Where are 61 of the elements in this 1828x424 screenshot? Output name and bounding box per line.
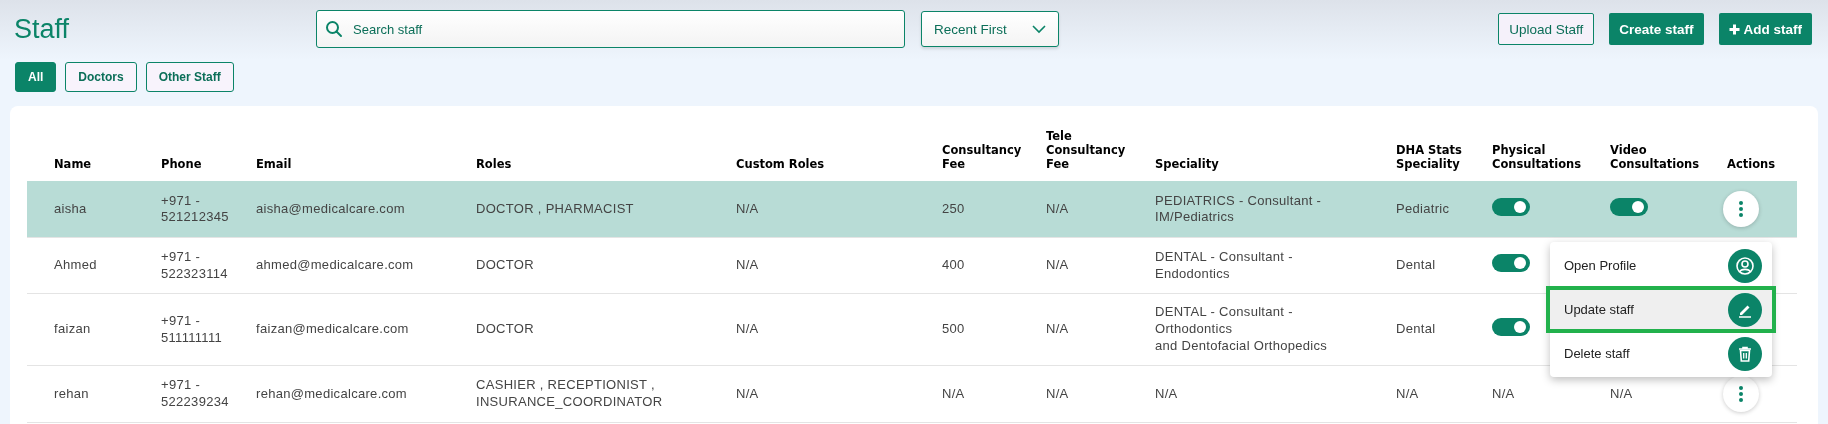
table-cell-text: +971 - 511111111 [161,312,224,347]
upload-button[interactable]: Upload Staff [1498,13,1595,45]
table-cell: N/A [942,385,965,401]
table-cell-text: DOCTOR , PHARMACIST [476,200,635,218]
menu-item[interactable]: Open Profile [1550,245,1772,286]
table-cell: N/A [736,200,759,216]
column-header: Actions [1727,156,1776,171]
search-field[interactable]: Search staff [316,10,905,48]
table-cell: aisha@medicalcare.com [256,200,405,216]
table-cell: 400 [942,257,965,273]
column-header: Video Consultations [1610,142,1700,171]
table-cell: Ahmed [54,257,97,273]
sort-dropdown[interactable]: Recent First [921,11,1059,47]
filter-tab[interactable]: Other Staff [145,62,234,92]
table-cell: N/A [1492,385,1515,401]
table-cell-text: +971 - 521212345 [161,192,230,227]
column-header: DHA Stats Speciality [1396,142,1462,171]
table-cell: N/A [736,321,759,337]
table-cell: rehan@medicalcare.com [256,385,407,401]
table-cell: Dental [1396,321,1436,337]
table-cell-text: DOCTOR [476,321,535,339]
table-cell-text: +971 - 522239234 [161,377,230,411]
table-cell: N/A [1046,321,1069,337]
column-header: Email [256,156,292,171]
table-cell: N/A [736,257,759,273]
column-header: Roles [476,156,512,171]
table-cell: 500 [942,321,965,337]
table-cell: N/A [1046,385,1069,401]
column-header: Tele Consultancy Fee [1046,129,1126,171]
add-button[interactable]: Add staff [1718,13,1812,45]
table-cell-text: +971 - 522323114 [161,249,229,283]
create-button[interactable]: Create staff [1609,13,1704,45]
column-header: Custom Roles [736,156,825,171]
table-cell: N/A [1610,385,1633,401]
filter-tab[interactable]: All [15,62,57,92]
table-cell: aisha [54,200,87,216]
table-cell: N/A [1046,257,1069,273]
table-cell-text: PEDIATRICS - Consultant - IM/Pediatrics [1155,192,1323,227]
table-cell: faizan@medicalcare.com [256,321,409,337]
table-cell: Dental [1396,257,1436,273]
column-header: Name [54,156,92,171]
table-cell-text: N/A [1155,385,1179,403]
table-cell: N/A [1396,385,1419,401]
table-cell: faizan [54,321,91,337]
column-header: Physical Consultations [1492,142,1582,171]
table-cell: rehan [54,385,89,401]
table-cell: N/A [1046,200,1069,216]
column-header: Phone [161,156,202,171]
filter-tab[interactable]: Doctors [65,62,137,92]
table-cell-text: DENTAL - Consultant - Endodontics [1155,249,1294,283]
table-cell-text: CASHIER , RECEPTIONIST , INSURANCE_COORDINATOR [476,377,664,411]
table-cell: 250 [942,200,965,216]
table-cell: N/A [736,385,759,401]
table-cell-text: DENTAL - Consultant - Orthodontics and Dentofacial Orthopedics [1155,304,1329,356]
page-title: Staff [14,13,71,45]
table-cell-text: DOCTOR [476,257,535,275]
menu-item[interactable]: Update staff [1546,286,1776,333]
column-header: Consultancy Fee [942,142,1022,171]
table-cell: Pediatric [1396,200,1450,216]
column-header: Speciality [1155,156,1219,171]
table-cell: ahmed@medicalcare.com [256,257,414,273]
